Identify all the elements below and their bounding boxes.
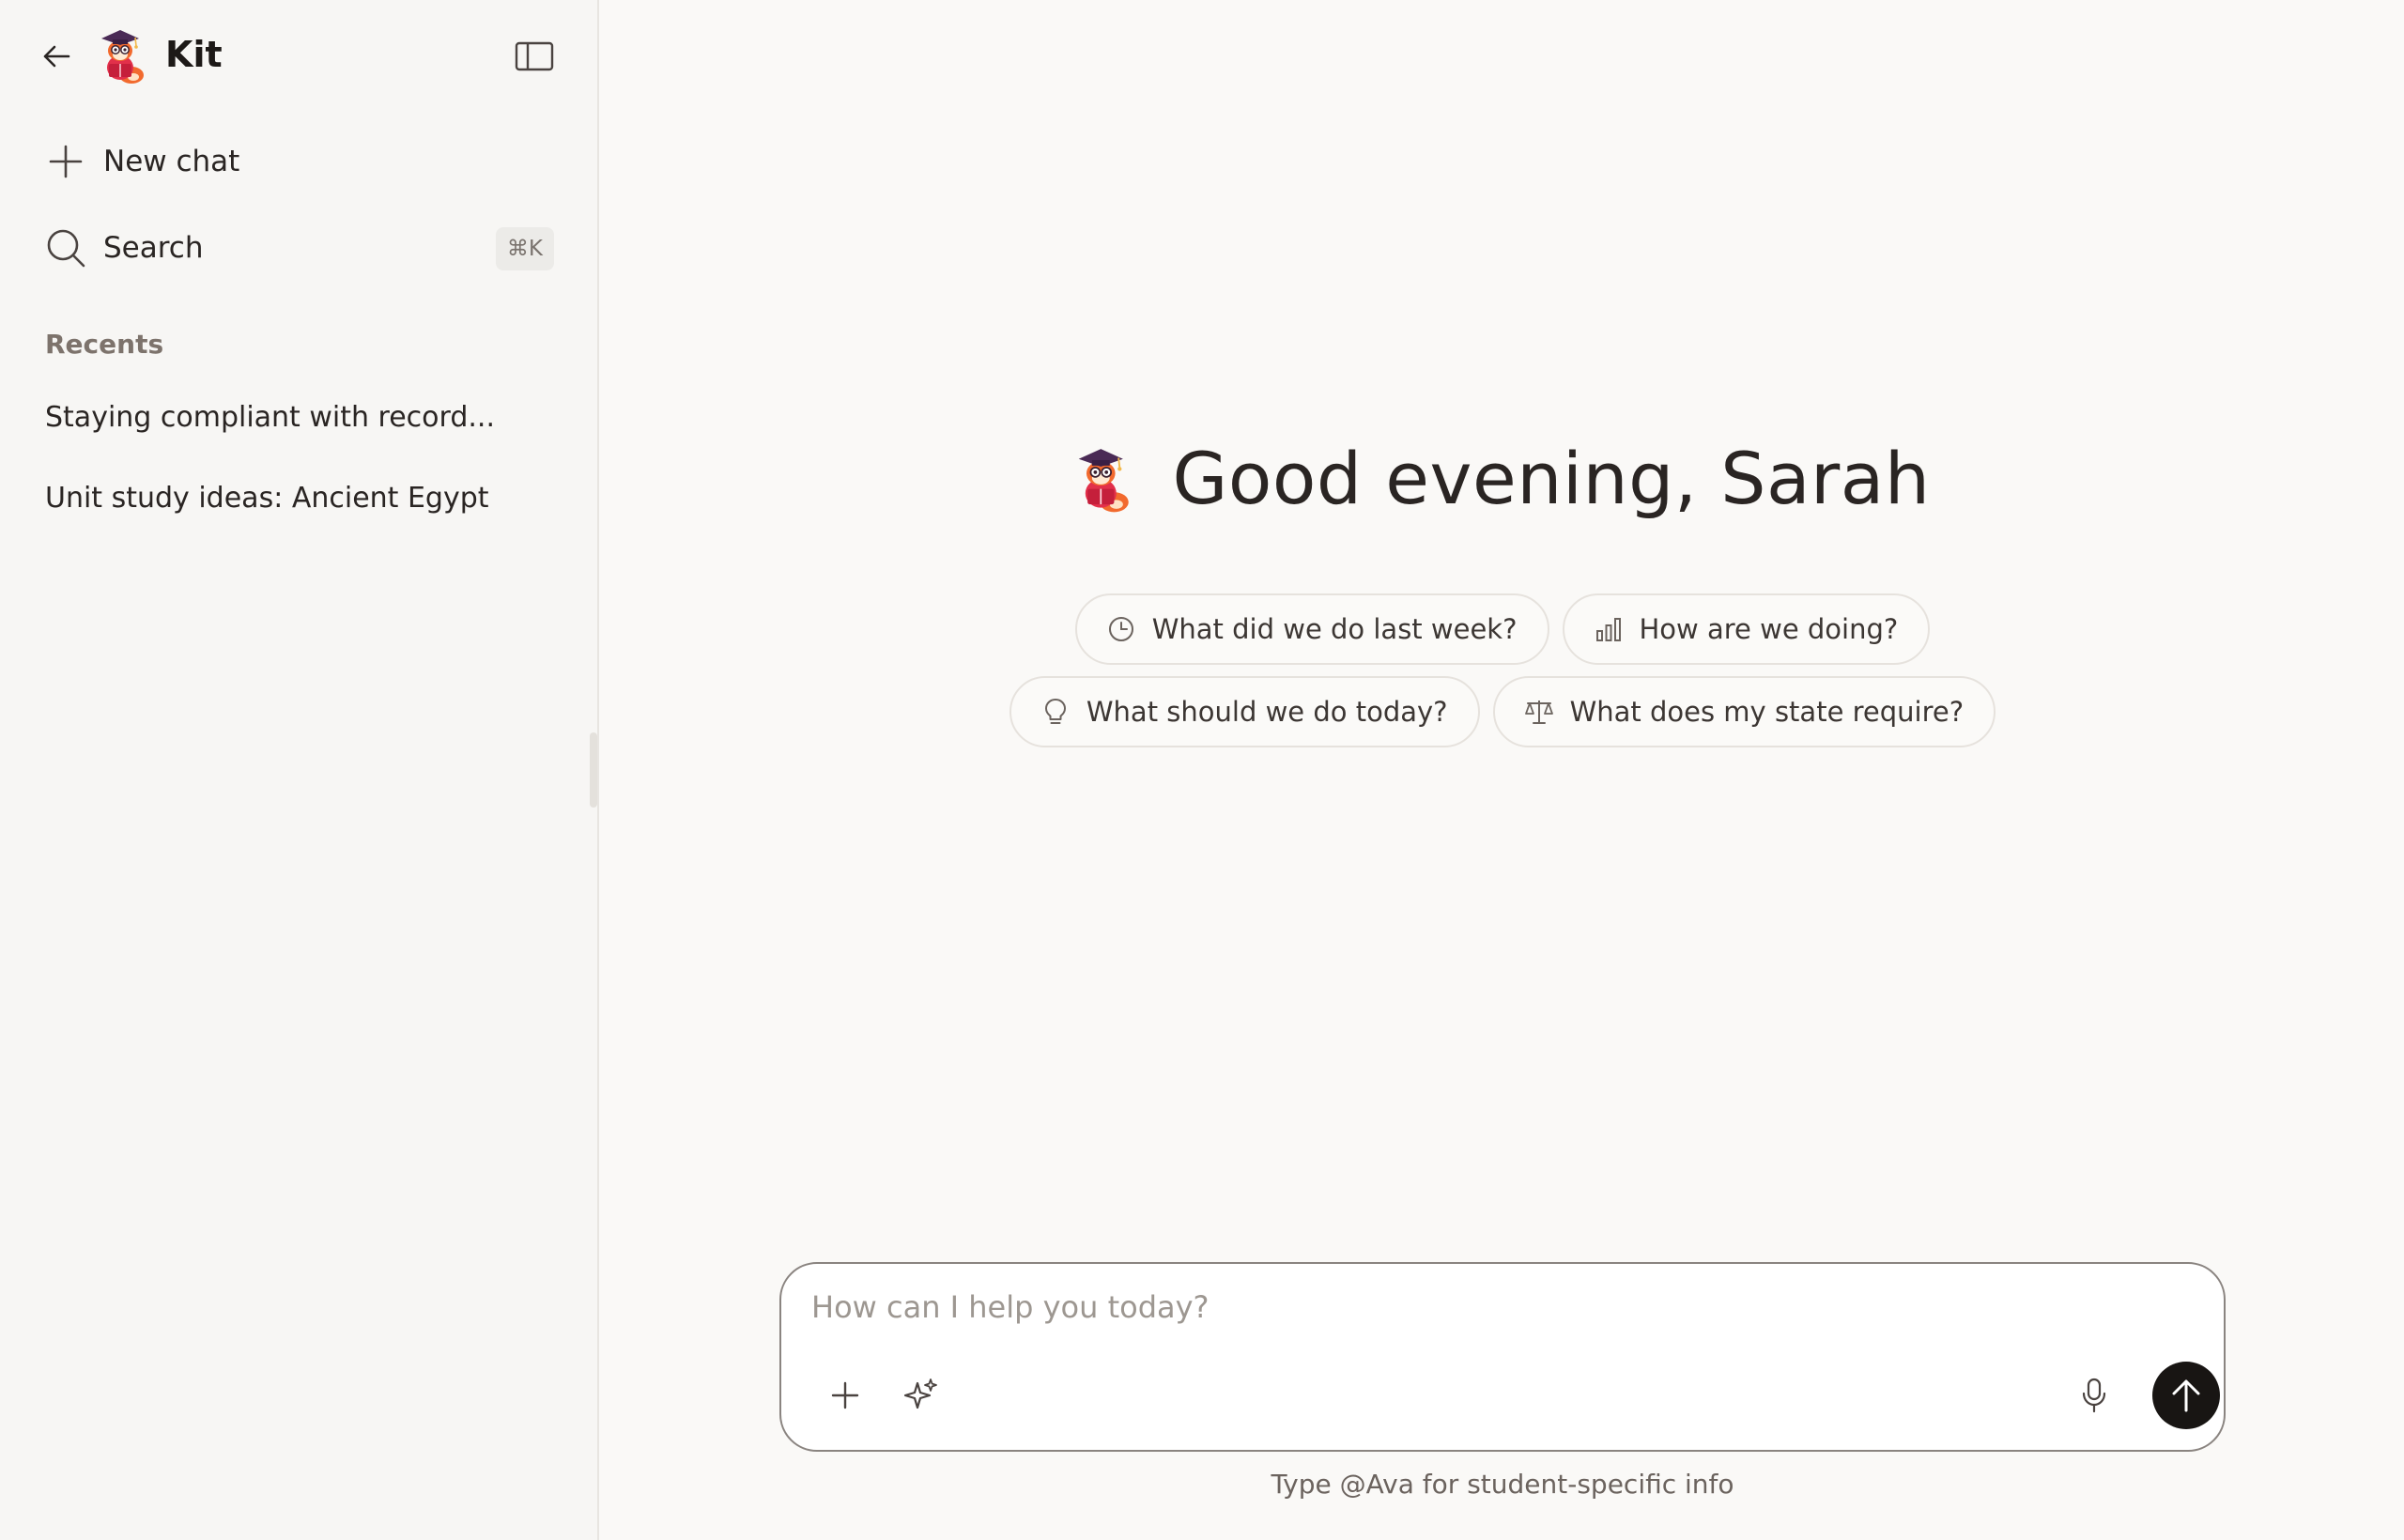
microphone-icon — [2082, 1378, 2106, 1413]
suggestion-chip-today[interactable]: What should we do today? — [1009, 676, 1480, 747]
recent-chat-item[interactable]: Unit study ideas: Ancient Egypt — [34, 466, 565, 531]
sidebar-panel-icon — [515, 41, 554, 71]
toggle-sidebar-button[interactable] — [513, 38, 556, 75]
suggestion-chip-how-doing[interactable]: How are we doing? — [1562, 593, 1931, 665]
send-button[interactable] — [2152, 1362, 2220, 1429]
chat-composer — [779, 1262, 2226, 1452]
greeting: Good evening, Sarah — [601, 432, 2404, 526]
search-icon — [32, 214, 100, 282]
sidebar: Kit New chat Search ⌘K Recents Staying c… — [0, 0, 599, 1540]
suggestion-chip-state[interactable]: What does my state require? — [1492, 676, 1996, 747]
search-label: Search — [103, 231, 204, 265]
tools-button[interactable] — [894, 1369, 947, 1422]
arrow-left-icon — [43, 45, 70, 68]
bar-chart-icon — [1593, 613, 1625, 645]
plus-icon — [831, 1381, 859, 1409]
plus-icon — [32, 128, 100, 195]
lightbulb-icon — [1040, 696, 1071, 728]
kit-mascot-icon — [1079, 449, 1130, 513]
suggestion-label: What should we do today? — [1086, 696, 1448, 728]
suggestion-label: How are we doing? — [1639, 613, 1899, 645]
voice-input-button[interactable] — [2068, 1369, 2120, 1422]
back-button[interactable] — [34, 36, 79, 77]
sparkles-icon — [903, 1378, 937, 1409]
chat-input[interactable] — [809, 1285, 2181, 1341]
greeting-title: Good evening, Sarah — [1172, 437, 1931, 520]
recent-chat-item[interactable]: Staying compliant with record... — [34, 385, 565, 451]
scales-icon — [1523, 696, 1555, 728]
suggestion-chip-last-week[interactable]: What did we do last week? — [1074, 593, 1549, 665]
suggestion-label: What did we do last week? — [1151, 613, 1518, 645]
sidebar-header: Kit — [0, 0, 597, 107]
recents-heading: Recents — [45, 329, 164, 360]
kit-logo-icon — [101, 30, 144, 84]
app-title: Kit — [165, 34, 223, 75]
new-chat-button[interactable]: New chat — [34, 128, 565, 195]
suggestion-row: What did we do last week? How are we doi… — [601, 593, 2404, 665]
arrow-up-icon — [2172, 1379, 2200, 1412]
new-chat-label: New chat — [103, 145, 240, 178]
sidebar-resize-handle[interactable] — [590, 732, 597, 808]
attach-button[interactable] — [819, 1369, 871, 1422]
main-content: Good evening, Sarah What did we do last … — [601, 0, 2404, 1540]
clock-icon — [1105, 613, 1137, 645]
search-shortcut-badge: ⌘K — [495, 227, 554, 270]
search-button[interactable]: Search ⌘K — [34, 214, 565, 282]
suggestion-row: What should we do today? What does my st… — [601, 676, 2404, 747]
suggestion-label: What does my state require? — [1569, 696, 1965, 728]
composer-hint: Type @Ava for student-specific info — [1271, 1469, 1734, 1500]
